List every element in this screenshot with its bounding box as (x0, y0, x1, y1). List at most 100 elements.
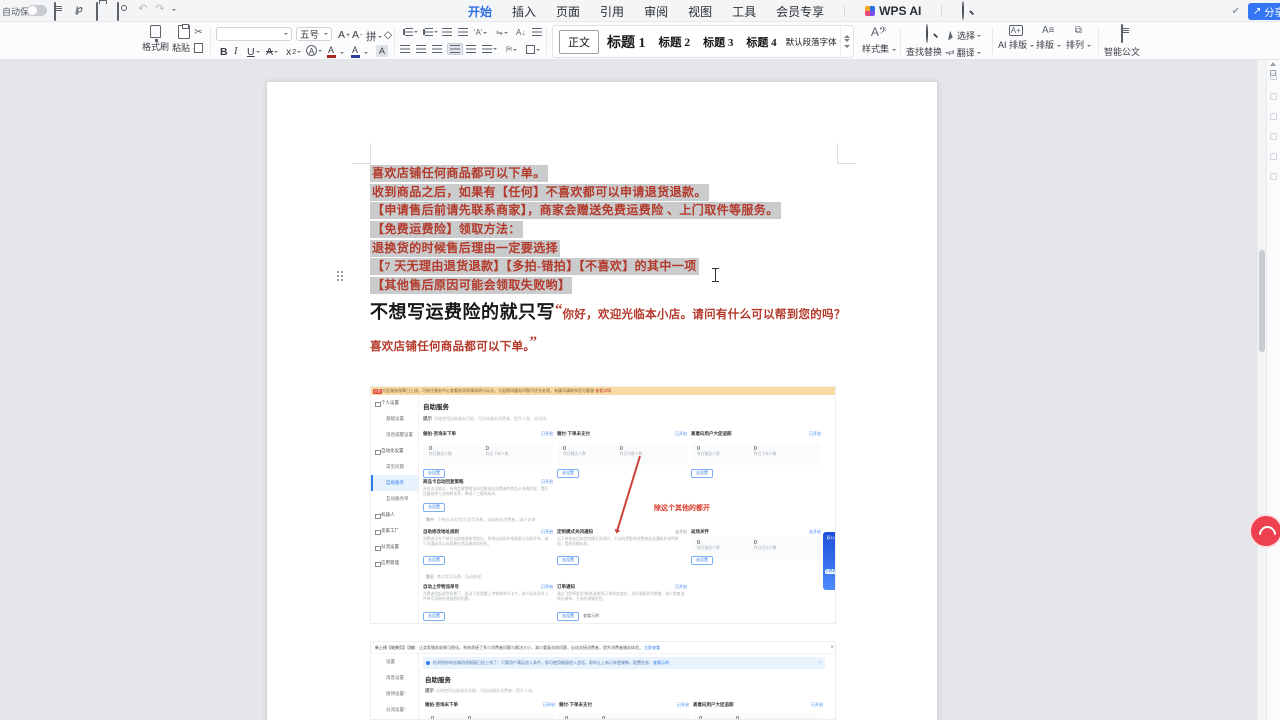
char-border-icon[interactable]: A (306, 45, 322, 56)
styles-gallery: 正文 标题 1 标题 2 标题 3 标题 4 默认段落字体 (552, 25, 854, 58)
increase-font-icon[interactable]: A+ (338, 29, 350, 41)
styles-more-icon[interactable] (844, 45, 850, 48)
panel-tab-icon[interactable] (1270, 173, 1277, 180)
welcome-text-1: 你好，欢迎光临本小店。请问有什么可以帮到您的吗？ (563, 309, 846, 321)
sidebar-item: 设置 (371, 654, 418, 670)
styles-down-icon[interactable] (844, 39, 850, 42)
search-icon[interactable] (962, 2, 964, 20)
vertical-scrollbar-thumb[interactable] (1259, 250, 1265, 352)
vertical-scrollbar-track[interactable] (1257, 60, 1266, 720)
styles-up-icon[interactable] (844, 35, 850, 38)
align-justify-icon[interactable] (447, 43, 463, 55)
styles-scroll-arrows[interactable] (840, 26, 853, 57)
numbered-list-icon[interactable] (422, 28, 438, 36)
sidebar-item: 常见问题 (371, 459, 418, 475)
export-pdf-icon[interactable]: ℘ (75, 3, 88, 16)
shading-icon[interactable]: ⛿ (506, 45, 517, 55)
typeset-button[interactable]: A≡ 排版 (1036, 25, 1061, 51)
highlight-caret-icon[interactable] (340, 52, 344, 54)
pinyin-guide-icon[interactable]: 拼 (366, 29, 382, 44)
text-direction-icon[interactable]: ⇋ (496, 28, 508, 37)
tab-reference[interactable]: 引用 (600, 3, 624, 20)
style-heading2[interactable]: 标题 2 (659, 34, 691, 50)
autosave-toggle[interactable] (27, 5, 47, 16)
tab-page[interactable]: 页面 (556, 3, 580, 20)
tab-wps-ai[interactable]: WPS AI (865, 4, 921, 18)
sidebar-item: 基础设置 (371, 411, 418, 427)
tab-tools[interactable]: 工具 (732, 3, 756, 20)
undo-icon[interactable]: ↶ (138, 3, 147, 16)
style-heading1[interactable]: 标题 1 (607, 32, 646, 52)
align-distribute-icon[interactable] (466, 45, 476, 53)
red-annotation-arrow (616, 456, 640, 531)
panel-tab-icon[interactable] (1270, 113, 1277, 120)
share-button[interactable]: ↗ 分享 (1248, 3, 1280, 20)
redo-icon[interactable]: ↷ (155, 3, 164, 16)
style-heading4[interactable]: 标题 4 (746, 34, 776, 50)
arrange-icon: ⧉ (1075, 25, 1082, 36)
card-stats: 0 0 (425, 713, 555, 720)
ruler-toggle-icon[interactable] (1270, 70, 1276, 76)
decrease-font-icon[interactable]: A- (352, 29, 362, 41)
tab-review[interactable]: 审阅 (644, 3, 668, 20)
red-annotation-text: 除这个其他的都开 (654, 503, 710, 513)
ai-typeset-button[interactable]: A+ AI 排版 (998, 25, 1034, 51)
paste-button[interactable]: 粘贴 (172, 25, 197, 54)
tab-home[interactable]: 开始 (468, 3, 492, 20)
borders-icon[interactable] (526, 45, 540, 54)
style-default-font[interactable]: 默认段落字体 (786, 36, 837, 48)
font-size-combo[interactable]: 五号 (296, 27, 332, 41)
setup-button: 去设置 (691, 556, 713, 565)
panel-tab-icon[interactable] (1270, 153, 1277, 160)
format-painter-button[interactable]: 格式刷 (142, 25, 169, 53)
translate-button[interactable]: ⇄ 翻译 (948, 46, 981, 59)
align-center-icon[interactable] (416, 45, 426, 53)
char-scale-icon[interactable]: 'A' (474, 28, 487, 37)
find-replace-button[interactable]: 查找替换 (906, 25, 949, 58)
card-title: 自动上传物流单号已开启 (423, 584, 553, 590)
paragraph-drag-handle-icon[interactable] (336, 270, 344, 282)
font-color-caret-icon[interactable] (364, 52, 368, 54)
smart-doc-button[interactable]: 智能公文 (1104, 25, 1140, 58)
increase-indent-icon[interactable] (458, 28, 468, 36)
style-heading3[interactable]: 标题 3 (703, 34, 733, 50)
select-button[interactable]: 选择 (948, 29, 981, 42)
tab-insert[interactable]: 插入 (512, 3, 536, 20)
font-name-combo[interactable] (216, 27, 292, 41)
show-marks-icon[interactable] (532, 28, 542, 36)
quick-access-toolbar: ℘ ↶ ↷ (54, 3, 176, 16)
print-icon[interactable] (96, 3, 109, 16)
promo-floating-button[interactable] (1249, 514, 1280, 548)
style-normal[interactable]: 正文 (559, 30, 599, 54)
qat-more-chevron-icon[interactable] (172, 9, 176, 11)
document-page[interactable]: 喜欢店铺任何商品都可以下单。 收到商品之后，如果有【任何】不喜欢都可以申请退货退… (267, 82, 937, 720)
strikethrough-icon[interactable]: A (266, 46, 278, 58)
setup-button: 去设置 (423, 503, 445, 512)
superscript-icon[interactable]: x2 (286, 46, 301, 58)
card-title: 订单通知已开启 (557, 584, 687, 590)
panel-tab-icon[interactable] (1270, 93, 1277, 100)
char-shading-icon[interactable]: A (376, 45, 388, 57)
clear-format-icon[interactable]: ◇ (384, 29, 392, 41)
decrease-indent-icon[interactable] (442, 28, 452, 36)
panel-tab-icon[interactable] (1270, 133, 1277, 140)
align-left-icon[interactable] (400, 45, 410, 53)
bold-button[interactable]: B (220, 46, 228, 58)
line-spacing-icon[interactable] (482, 45, 497, 53)
tab-view[interactable]: 视图 (688, 3, 712, 20)
style-set-button[interactable]: A𝄢 样式集 (862, 25, 896, 55)
highlight-color-icon[interactable]: A (326, 46, 336, 58)
copy-icon[interactable] (194, 43, 203, 53)
underline-button[interactable]: U (247, 46, 260, 58)
font-color-icon[interactable]: A (350, 46, 360, 58)
scroll-up-icon[interactable] (1270, 62, 1276, 66)
sort-icon[interactable]: A↓ (516, 28, 525, 37)
bullet-list-icon[interactable] (402, 28, 418, 36)
cut-icon[interactable]: ✂ (194, 28, 202, 38)
italic-button[interactable]: I (234, 46, 238, 57)
sync-icon[interactable] (117, 3, 130, 16)
arrange-button[interactable]: ⧉ 排列 (1066, 25, 1091, 51)
save-icon[interactable] (54, 3, 67, 16)
align-right-icon[interactable] (432, 45, 442, 53)
tab-member[interactable]: 会员专享 (776, 3, 824, 20)
